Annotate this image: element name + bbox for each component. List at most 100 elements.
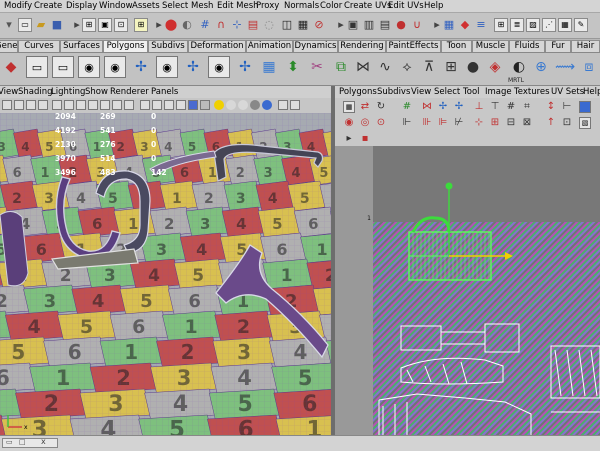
uv-snapshot-icon[interactable]: ▦ [343,101,355,113]
shelf-extrude-icon[interactable]: ⬍ [282,56,304,78]
uv-grid-icon[interactable]: # [401,101,413,113]
tab-general[interactable]: General [0,40,18,52]
tab-polygons[interactable]: Polygons [103,40,148,52]
tab-painteffects[interactable]: PaintEffects [386,40,441,52]
panel-menu-lighting[interactable]: Lighting [51,87,85,97]
shelf-eye-icon-4[interactable]: ◉ [208,56,230,78]
panel-menu-shading[interactable]: Shading [18,87,53,97]
uv-isolate-remove-icon[interactable]: ⊙ [375,117,387,129]
minimized-window[interactable]: ▭ □ x [2,438,58,448]
snap-point-icon[interactable]: ⊹ [230,18,244,32]
save-scene-icon[interactable]: ■ [50,18,64,32]
shelf-map-icon[interactable]: ⧈ [578,56,600,78]
uv-lattice-icon[interactable]: ⊞ [489,117,501,129]
manipulator-v-handle[interactable] [446,183,453,190]
tab-surfaces[interactable]: Surfaces [60,40,103,52]
tab-subdivs[interactable]: Subdivs [148,40,188,52]
menu-proxy[interactable]: Proxy [256,1,279,11]
select-component-icon[interactable]: ⊡ [114,18,128,32]
uv-menu-uv-sets[interactable]: UV Sets [551,87,584,97]
uv-menu-select[interactable]: Select [434,87,460,97]
lock-selection-icon[interactable]: ⬤ [164,18,178,32]
tab-rendering[interactable]: Rendering [338,40,386,52]
wireframe-icon[interactable] [140,100,150,110]
menu-window[interactable]: Window [99,1,133,11]
uv-pin-icon[interactable]: ▪ [359,133,371,145]
render-view-icon[interactable]: ● [394,18,408,32]
menu-edit-mesh[interactable]: Edit Mesh [217,1,259,11]
shelf-scale-tool-icon[interactable]: ✢ [234,56,256,78]
shelf-bevel-icon[interactable]: ⟡ [396,56,418,78]
bookmark-icon[interactable] [26,100,36,110]
panel-menu-panels[interactable]: Panels [151,87,178,97]
uv-border-icon[interactable]: ⊡ [561,117,573,129]
shelf-eye-icon-1[interactable]: ◉ [78,56,100,78]
shelf-wedge-icon[interactable]: ⊼ [418,56,440,78]
shelf-move-tool-icon[interactable]: ✢ [130,56,152,78]
uv-normalize-icon[interactable]: ⊟ [505,117,517,129]
menu-assets[interactable]: Assets [132,1,160,11]
attribute-editor-icon[interactable]: ▦ [442,18,456,32]
uv-flip-icon[interactable]: ⇄ [359,101,371,113]
menu-select[interactable]: Select [162,1,188,11]
input-ops-icon[interactable]: ▦ [296,18,310,32]
construction-history-icon[interactable]: ⊘ [312,18,326,32]
image-plane-icon[interactable] [38,100,48,110]
tab-hair[interactable]: Hair [571,40,600,52]
tab-fluids[interactable]: Fluids [509,40,545,52]
dropdown-arrow-icon[interactable]: ▾ [2,18,16,32]
tab-deformation[interactable]: Deformation [188,40,246,52]
shelf-bridge-icon[interactable]: ⧉ [330,56,352,78]
tab-animation[interactable]: Animation [246,40,293,52]
shelf-ball-icon[interactable]: ● [462,56,484,78]
snap-grid-icon[interactable]: # [198,18,212,32]
shelf-window-icon-1[interactable]: ▭ [26,56,48,78]
safe-action-icon[interactable] [112,100,122,110]
resolution-gate-icon[interactable] [76,100,86,110]
maximize-icon[interactable]: □ [19,438,26,446]
panel-menu-view[interactable]: View [0,87,18,97]
uv-editor-viewport[interactable]: 1 [335,146,600,435]
new-scene-icon[interactable]: ▭ [18,18,32,32]
shelf-eye-icon-2[interactable]: ◉ [104,56,126,78]
uv-grid-snap-icon[interactable]: # [505,101,517,113]
uv-align-max-u-icon[interactable]: ⊪ [421,117,433,129]
backface-icon[interactable] [290,100,300,110]
uv-isolate-add-icon[interactable]: ◎ [359,117,371,129]
uv-split-icon[interactable]: ⊥ [473,101,485,113]
snap-live-icon[interactable]: ◌ [262,18,276,32]
menu-help[interactable]: Help [424,1,443,11]
uv-unfold-icon[interactable]: ↕ [545,101,557,113]
menu-color[interactable]: Color [320,1,342,11]
layer-editor-icon[interactable]: ⊞ [494,18,508,32]
select-hierarchy-icon[interactable]: ⊞ [82,18,96,32]
menu-edit-uvs[interactable]: Edit UVs [388,1,424,11]
panel-menu-show[interactable]: Show [85,87,108,97]
shelf-merge-icon[interactable]: ⋈ [352,56,374,78]
shelf-split-icon[interactable]: ✂ [306,56,328,78]
uv-cut-icon[interactable]: ⋈ [421,101,433,113]
uv-align-min-v-icon[interactable]: ⊫ [437,117,449,129]
shelf-red-icon[interactable]: ◈ [484,56,506,78]
menu-create-uvs[interactable]: Create UVs [344,1,391,11]
uv-nudge-icon[interactable]: ▸ [343,133,355,145]
uv-menu-help[interactable]: Help [583,87,600,97]
open-scene-icon[interactable]: ▰ [34,18,48,32]
snap-curve-icon[interactable]: ∩ [214,18,228,32]
uv-menu-subdivs[interactable]: Subdivs [377,87,410,97]
uv-menu-textures[interactable]: Textures [514,87,550,97]
high-quality-icon[interactable] [238,100,248,110]
film-gate-icon[interactable] [64,100,74,110]
shelf-window-icon-2[interactable]: ▭ [52,56,74,78]
perspective-scene[interactable]: 1234561234561234561223456123456123456123… [0,113,331,435]
xray-icon[interactable] [176,100,186,110]
default-light-icon[interactable] [214,100,224,110]
tab-curves[interactable]: Curves [18,40,60,52]
close-icon[interactable]: x [41,437,46,446]
shelf-plane-icon[interactable]: ▦ [258,56,280,78]
uv-menu-polygons[interactable]: Polygons [339,87,377,97]
uv-texture-icon[interactable] [579,101,591,113]
wireframe-on-shaded-icon[interactable] [164,100,174,110]
camera-select-icon[interactable] [2,100,12,110]
select-object-icon[interactable]: ▣ [98,18,112,32]
